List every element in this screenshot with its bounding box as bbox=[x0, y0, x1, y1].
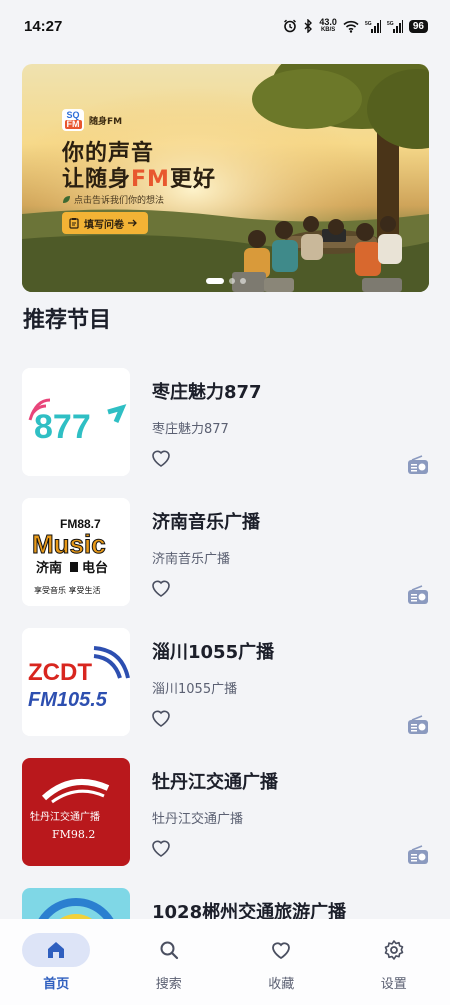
carousel-dot[interactable] bbox=[228, 278, 235, 284]
clipboard-icon bbox=[69, 218, 79, 229]
banner-title-accent: FM bbox=[131, 167, 170, 192]
nav-settings[interactable]: 设置 bbox=[354, 933, 434, 1005]
bluetooth-icon bbox=[304, 19, 313, 33]
program-cover bbox=[22, 888, 130, 919]
banner-title-suffix: 更好 bbox=[169, 167, 216, 192]
banner-title-line1: 你的声音 bbox=[62, 141, 155, 166]
nav-search-pill[interactable] bbox=[135, 933, 203, 967]
nav-home[interactable]: 首页 bbox=[16, 933, 96, 1005]
program-cover: FM88.7 Music 济南 电台 享受音乐 享受生活 bbox=[22, 498, 130, 606]
arrow-right-icon bbox=[128, 219, 137, 227]
fill-survey-button[interactable]: 填写问卷 bbox=[62, 212, 148, 234]
bottom-nav: 首页 搜索 收藏 设置 bbox=[0, 919, 450, 1005]
cover-text-1: 牡丹江交通广播 bbox=[30, 810, 100, 823]
svg-text:5G: 5G bbox=[387, 21, 394, 27]
banner-logo: SQ FM 随身FM bbox=[62, 109, 122, 131]
status-bar: 14:27 43.0 KB/S 5G 5G 96 bbox=[0, 0, 450, 52]
radio-icon[interactable] bbox=[407, 585, 429, 605]
nav-search-label: 搜索 bbox=[155, 977, 182, 992]
program-title: 枣庄魅力877 bbox=[152, 382, 262, 403]
program-title: 牡丹江交通广播 bbox=[152, 772, 278, 793]
program-cover: ZCDT FM105.5 bbox=[22, 628, 130, 736]
banner-title: 你的声音 让随身FM更好 bbox=[62, 141, 216, 193]
program-title: 1028郴州交通旅游广播 bbox=[152, 902, 347, 919]
cover-text-5: 享受音乐 享受生活 bbox=[34, 585, 101, 595]
banner-title-line2: 让随身FM更好 bbox=[62, 167, 216, 193]
program-title: 济南音乐广播 bbox=[152, 512, 260, 533]
signal-icon-2: 5G bbox=[387, 19, 403, 33]
list-item[interactable]: 877 枣庄魅力877 枣庄魅力877 bbox=[0, 348, 450, 478]
status-icons: 43.0 KB/S 5G 5G 96 bbox=[283, 18, 428, 34]
radio-icon[interactable] bbox=[407, 455, 429, 475]
program-cover: 牡丹江交通广播 FM98.2 bbox=[22, 758, 130, 866]
gear-icon bbox=[384, 940, 404, 960]
nav-settings-pill[interactable] bbox=[360, 933, 428, 967]
heart-icon[interactable] bbox=[150, 837, 172, 859]
nav-favorites[interactable]: 收藏 bbox=[241, 933, 321, 1005]
cover-text-3: 济南 bbox=[36, 560, 62, 576]
net-speed-unit: KB/S bbox=[320, 27, 336, 33]
heart-icon[interactable] bbox=[150, 707, 172, 729]
leaf-icon bbox=[63, 196, 70, 203]
chenzhou-traffic-logo bbox=[22, 888, 130, 919]
nav-favorites-pill[interactable] bbox=[247, 933, 315, 967]
program-title: 淄川1055广播 bbox=[152, 642, 275, 663]
carousel-dot[interactable] bbox=[205, 278, 224, 284]
banner-title-prefix: 让随身 bbox=[62, 167, 132, 192]
svg-text:5G: 5G bbox=[365, 21, 372, 27]
nav-settings-label: 设置 bbox=[380, 977, 407, 992]
mudanjiang-traffic-logo: 牡丹江交通广播 FM98.2 bbox=[22, 758, 130, 866]
net-speed: 43.0 KB/S bbox=[319, 18, 337, 34]
cover-text-2: FM105.5 bbox=[28, 689, 108, 711]
nav-favorites-label: 收藏 bbox=[268, 977, 295, 992]
program-subtitle: 淄川1055广播 bbox=[152, 682, 238, 697]
radio-icon[interactable] bbox=[407, 845, 429, 865]
banner-subtitle: 点击告诉我们你的想法 bbox=[62, 193, 164, 206]
cover-text-1: ZCDT bbox=[28, 659, 92, 686]
program-subtitle: 枣庄魅力877 bbox=[152, 422, 229, 437]
jinan-music-logo: FM88.7 Music 济南 电台 享受音乐 享受生活 bbox=[22, 498, 130, 606]
program-cover: 877 bbox=[22, 368, 130, 476]
net-speed-value: 43.0 bbox=[319, 17, 337, 27]
alarm-icon bbox=[284, 19, 297, 33]
nav-home-pill[interactable] bbox=[22, 933, 91, 967]
cover-text-4: 电台 bbox=[82, 560, 108, 576]
list-item[interactable]: 牡丹江交通广播 FM98.2 牡丹江交通广播 牡丹江交通广播 bbox=[0, 738, 450, 868]
battery-indicator: 96 bbox=[408, 19, 428, 33]
carousel-dot[interactable] bbox=[239, 278, 246, 284]
list-item[interactable]: FM88.7 Music 济南 电台 享受音乐 享受生活 济南音乐广播 济南音乐… bbox=[0, 478, 450, 608]
radio-icon[interactable] bbox=[407, 715, 429, 735]
carousel-indicator bbox=[22, 278, 429, 284]
cover-text: 877 bbox=[34, 408, 91, 446]
program-subtitle: 济南音乐广播 bbox=[152, 552, 231, 567]
signal-icon-1: 5G bbox=[365, 19, 381, 33]
cover-text-2: Music bbox=[32, 529, 106, 559]
nav-home-label: 首页 bbox=[43, 977, 70, 992]
logo-mark-bottom: FM bbox=[64, 119, 82, 129]
search-icon bbox=[160, 941, 178, 960]
list-item[interactable]: 1028郴州交通旅游广播 bbox=[0, 868, 450, 919]
heart-icon bbox=[272, 942, 291, 960]
home-icon bbox=[48, 942, 65, 958]
heart-icon[interactable] bbox=[150, 577, 172, 599]
banner-subtitle-text: 点击告诉我们你的想法 bbox=[74, 196, 165, 206]
zichuan-1055-logo: ZCDT FM105.5 bbox=[22, 628, 130, 736]
program-subtitle: 牡丹江交通广播 bbox=[152, 812, 244, 827]
heart-icon[interactable] bbox=[150, 447, 172, 469]
zaozhuang-877-logo: 877 bbox=[22, 368, 130, 476]
fill-survey-label: 填写问卷 bbox=[84, 219, 124, 231]
wifi-icon bbox=[343, 20, 359, 33]
suishen-fm-logo-icon: SQ FM bbox=[62, 109, 84, 131]
logo-name: 随身FM bbox=[89, 116, 123, 127]
program-list[interactable]: 877 枣庄魅力877 枣庄魅力877 FM88.7 Music 济南 电台 享… bbox=[0, 348, 450, 919]
cover-text-2: FM98.2 bbox=[52, 828, 95, 841]
status-time: 14:27 bbox=[24, 17, 63, 35]
list-item[interactable]: ZCDT FM105.5 淄川1055广播 淄川1055广播 bbox=[0, 608, 450, 738]
section-title: 推荐节目 bbox=[23, 308, 112, 333]
promo-banner[interactable]: SQ FM 随身FM 你的声音 让随身FM更好 点击告诉我们你的想法 填写问卷 bbox=[22, 64, 429, 292]
nav-search[interactable]: 搜索 bbox=[129, 933, 209, 1005]
